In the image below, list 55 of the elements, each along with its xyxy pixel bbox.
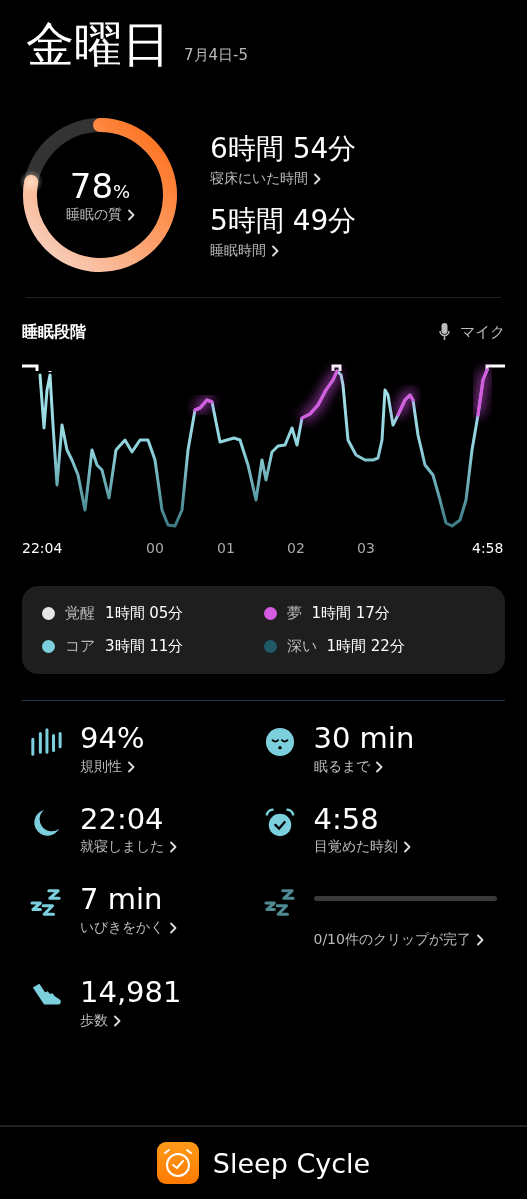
chevron-icon — [475, 934, 484, 947]
mic-link[interactable]: マイク — [439, 322, 505, 342]
stat-link[interactable]: 眠るまで — [313, 757, 497, 776]
stat-link[interactable]: 規則性 — [80, 757, 264, 776]
duration-value: 5時間 49分 — [210, 202, 357, 239]
day-title: 金曜日 — [26, 18, 170, 71]
chevron-icon — [374, 760, 383, 773]
app-name: Sleep Cycle — [212, 1147, 371, 1179]
chevron-icon — [271, 244, 279, 257]
clips-link[interactable]: 0/10件のクリップが完了 — [313, 931, 497, 950]
alarm-clock-logo-icon — [156, 1142, 199, 1184]
time-label: 22:04 — [22, 539, 63, 556]
stage-duration: 1時間 05分 — [105, 603, 184, 623]
zzz-icon — [30, 888, 62, 919]
stat-link[interactable]: いびきをかく — [80, 919, 264, 938]
stage-name: 夢 — [286, 603, 302, 623]
stat-link[interactable]: 就寝しました — [80, 838, 264, 857]
chevron-icon — [169, 841, 177, 854]
stat-value: 30 min — [313, 720, 416, 756]
date-range: 7月4日-5 — [184, 45, 249, 66]
quality-link[interactable]: 睡眠の質 — [65, 205, 135, 224]
stage-name: 覚醒 — [65, 603, 95, 623]
stat-link[interactable]: 歩数 — [80, 1012, 264, 1031]
stat-link[interactable]: 目覚めた時刻 — [313, 838, 497, 857]
chevron-icon — [313, 172, 321, 185]
time-label: 03 — [357, 539, 375, 556]
time-label: 02 — [287, 539, 305, 556]
time-label: 01 — [217, 539, 235, 556]
time-label: 4:58 — [472, 539, 504, 556]
microphone-icon — [439, 323, 450, 342]
stat-value: 4:58 — [313, 801, 380, 837]
stage-duration: 3時間 11分 — [105, 636, 184, 656]
duration-link[interactable]: 寝床にいた時間 — [210, 169, 357, 188]
sleeping-face-icon — [263, 726, 296, 757]
alarm-clock-icon — [263, 807, 296, 838]
chevron-icon — [169, 922, 177, 935]
chevron-icon — [113, 1015, 121, 1028]
stage-duration: 1時間 17分 — [311, 603, 390, 623]
stat-value: 7 min — [80, 882, 164, 918]
section-title: 睡眠段階 — [22, 321, 86, 343]
stat-value: 22:04 — [80, 801, 165, 837]
duration-link[interactable]: 睡眠時間 — [210, 241, 357, 260]
quality-percent: 78% — [69, 165, 131, 206]
stat-value: 14,981 — [80, 975, 183, 1011]
chevron-icon — [127, 760, 135, 773]
bars-icon — [30, 726, 62, 757]
chevron-icon — [402, 841, 411, 854]
duration-value: 6時間 54分 — [210, 130, 357, 167]
stage-name: コア — [65, 636, 95, 656]
stat-value: 94% — [80, 720, 146, 756]
zzz-icon — [263, 888, 296, 919]
stage-duration: 1時間 22分 — [326, 636, 405, 656]
stage-name: 深い — [286, 636, 317, 656]
chevron-icon — [126, 208, 135, 221]
time-label: 00 — [146, 539, 164, 556]
